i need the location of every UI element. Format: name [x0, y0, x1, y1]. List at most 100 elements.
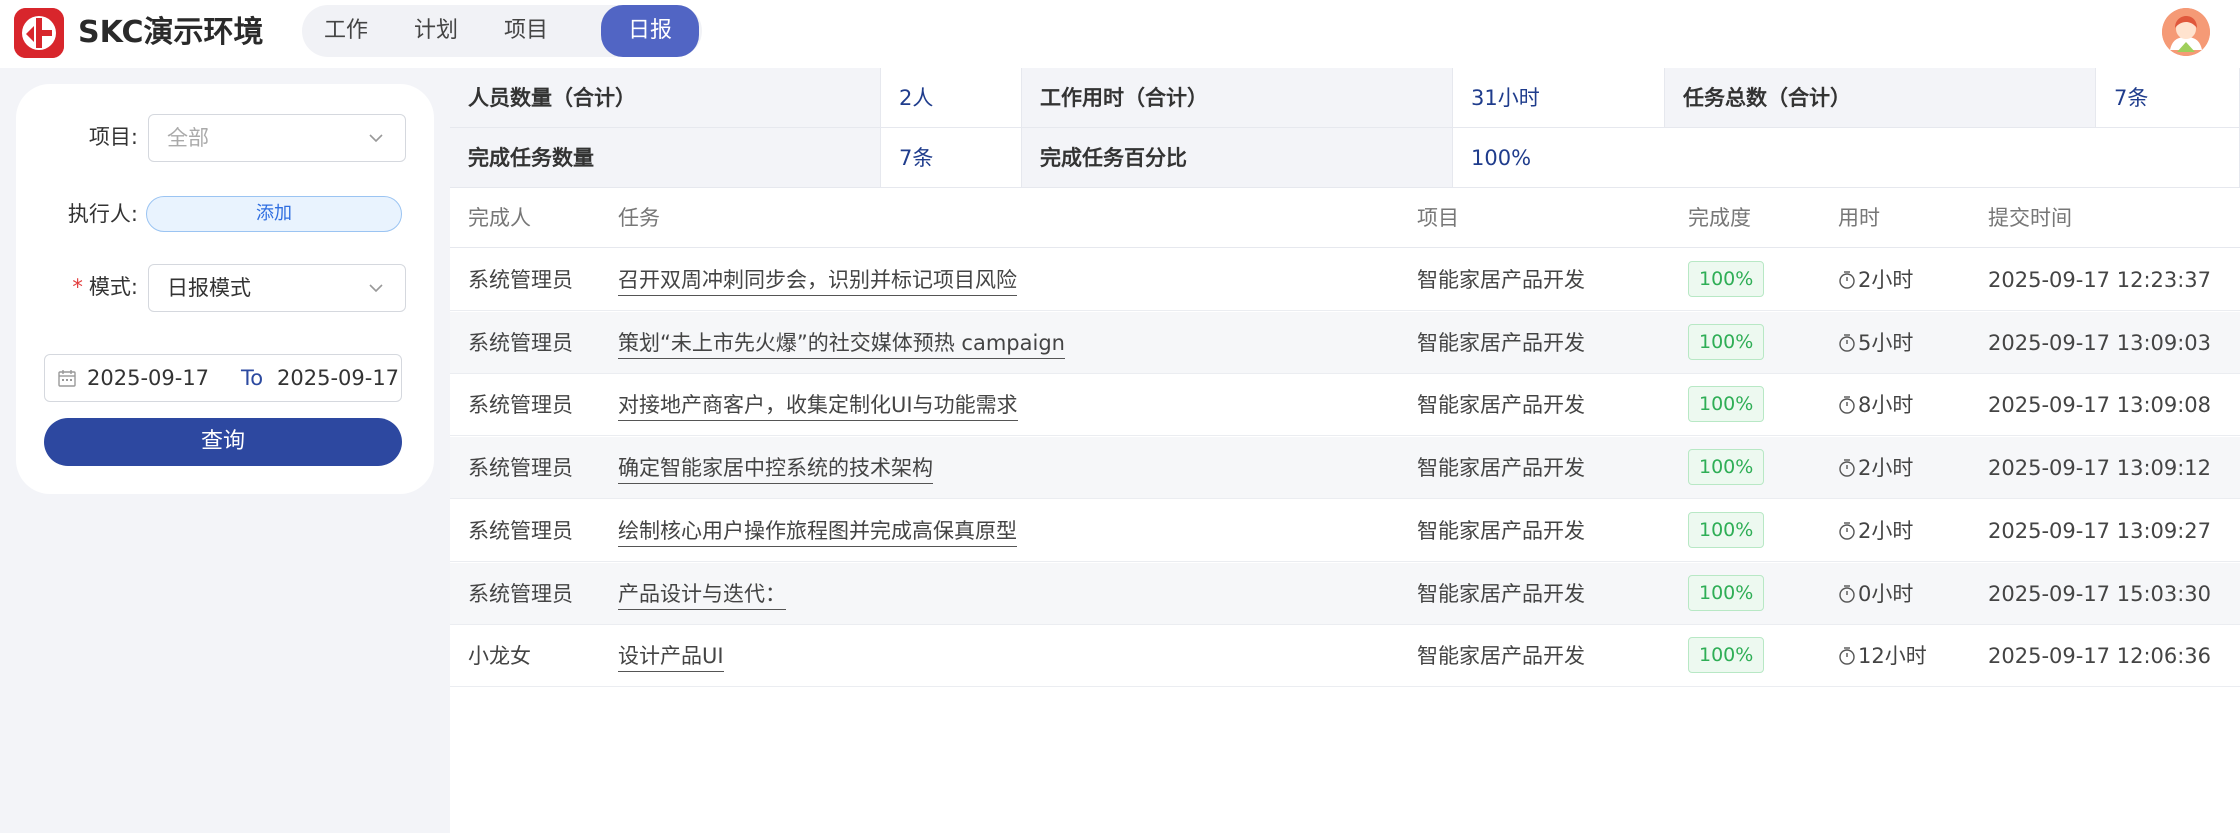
summary-pct-value: 100% [1453, 128, 2240, 188]
row-duration: 8小时 [1838, 374, 1913, 436]
stopwatch-icon [1839, 271, 1855, 289]
summary-people-value: 2人 [881, 68, 1022, 128]
row-task-link[interactable]: 绘制核心用户操作旅程图并完成高保真原型 [618, 500, 1017, 562]
mode-select[interactable]: 日报模式 [148, 264, 406, 312]
row-submitted-time: 2025-09-17 13:09:27 [1988, 518, 2212, 543]
column-header-person: 完成人 [468, 206, 531, 230]
row-person: 系统管理员 [468, 268, 573, 292]
row-person: 系统管理员 [468, 581, 573, 606]
date-range-picker[interactable]: 2025-09-17 To 2025-09-17 [44, 354, 402, 402]
row-project: 智能家居产品开发 [1417, 393, 1585, 418]
row-task-link[interactable]: 对接地产商客户，收集定制化UI与功能需求 [618, 374, 1018, 436]
filter-panel: 项目: 全部 执行人: 添加 * 模式: 日报模式 2025-09-17 To 2… [16, 84, 434, 494]
table-row[interactable]: 系统管理员 策划“未上市先火爆”的社交媒体预热 campaign 智能家居产品开发 1… [450, 311, 2240, 374]
nav-tab-project[interactable]: 项目 [482, 5, 570, 57]
mode-filter-label: * 模式: [46, 272, 138, 302]
date-from-value[interactable]: 2025-09-17 [87, 355, 209, 401]
row-submitted-time: 2025-09-17 13:09:08 [1988, 393, 2212, 418]
row-duration: 2小时 [1838, 500, 1913, 562]
row-duration: 12小时 [1838, 625, 1927, 687]
row-task-text[interactable]: 绘制核心用户操作旅程图并完成高保真原型 [618, 518, 1017, 547]
table-row[interactable]: 系统管理员 召开双周冲刺同步会，识别并标记项目风险 智能家居产品开发 100% 2小时 2… [450, 249, 2240, 311]
row-task-link[interactable]: 产品设计与迭代： [618, 563, 786, 625]
row-progress-badge: 100% [1688, 574, 1765, 611]
row-duration-text: 2小时 [1858, 456, 1914, 481]
chevron-down-icon [369, 284, 383, 293]
column-header-project: 项目 [1417, 206, 1459, 230]
row-project: 智能家居产品开发 [1417, 330, 1585, 355]
project-select-placeholder: 全部 [167, 126, 209, 150]
row-person: 系统管理员 [468, 393, 573, 418]
stopwatch-icon [1839, 333, 1855, 352]
row-task-text[interactable]: 设计产品UI [618, 644, 724, 673]
row-progress-badge: 100% [1688, 323, 1765, 360]
row-person: 系统管理员 [468, 518, 573, 543]
top-header: SKC演示环境 工作 计划 项目 日报 [0, 0, 2240, 68]
table-row[interactable]: 系统管理员 对接地产商客户，收集定制化UI与功能需求 智能家居产品开发 100% 8小时… [450, 374, 2240, 437]
row-duration-text: 5小时 [1858, 330, 1914, 355]
summary-tasks-label: 任务总数（合计） [1665, 68, 2096, 128]
row-duration-text: 0小时 [1858, 581, 1914, 606]
summary-tasks-value: 7条 [2096, 68, 2240, 128]
nav-tab-daily-report[interactable]: 日报 [601, 5, 699, 57]
row-submitted-time: 2025-09-17 13:09:12 [1988, 456, 2212, 481]
project-filter-label: 项目: [88, 125, 138, 149]
row-progress-badge: 100% [1688, 449, 1765, 486]
app-title: SKC演示环境 [78, 15, 264, 50]
stopwatch-icon [1839, 647, 1855, 665]
row-project: 智能家居产品开发 [1417, 456, 1585, 481]
summary-table: 人员数量（合计） 2人 工作用时（合计） 31小时 任务总数（合计） 7条 完成… [450, 68, 2240, 188]
table-row[interactable]: 小龙女 设计产品UI 智能家居产品开发 100% 12小时 2025-09-17 12:0… [450, 625, 2240, 688]
row-progress-badge: 100% [1688, 637, 1765, 674]
row-submitted-time: 2025-09-17 12:23:37 [1988, 268, 2212, 292]
nav-tab-work[interactable]: 工作 [302, 5, 390, 57]
required-asterisk: * [72, 275, 83, 299]
date-range-separator: To [241, 366, 264, 390]
main-nav: 工作 计划 项目 日报 [302, 5, 702, 57]
row-submitted-time: 2025-09-17 15:03:30 [1988, 581, 2212, 606]
stopwatch-icon [1839, 396, 1855, 415]
summary-hours-value: 31小时 [1453, 68, 1665, 128]
table-row[interactable]: 系统管理员 产品设计与迭代： 智能家居产品开发 100% 0小时 2025-09-17 1… [450, 562, 2240, 625]
add-assignee-button[interactable]: 添加 [146, 196, 402, 232]
row-duration: 0小时 [1838, 563, 1913, 625]
row-task-text[interactable]: 产品设计与迭代： [618, 581, 786, 610]
row-task-link[interactable]: 确定智能家居中控系统的技术架构 [618, 437, 933, 499]
row-submitted-time: 2025-09-17 12:06:36 [1988, 644, 2212, 669]
app-logo-icon[interactable] [14, 8, 64, 58]
row-person: 系统管理员 [468, 456, 573, 481]
stopwatch-icon [1839, 459, 1855, 477]
summary-pct-label: 完成任务百分比 [1022, 128, 1453, 188]
date-to-value[interactable]: 2025-09-17 [277, 355, 399, 401]
table-row[interactable]: 系统管理员 确定智能家居中控系统的技术架构 智能家居产品开发 100% 2小时 2025-… [450, 437, 2240, 500]
row-person: 小龙女 [468, 644, 531, 669]
row-project: 智能家居产品开发 [1417, 268, 1585, 292]
column-header-progress: 完成度 [1688, 206, 1751, 230]
calendar-icon [58, 370, 76, 387]
row-task-text[interactable]: 召开双周冲刺同步会，识别并标记项目风险 [618, 268, 1017, 296]
row-duration: 2小时 [1838, 437, 1913, 499]
chevron-down-icon [369, 134, 383, 143]
table-row[interactable]: 系统管理员 绘制核心用户操作旅程图并完成高保真原型 智能家居产品开发 100% 2小时 2… [450, 500, 2240, 562]
row-task-text[interactable]: 策划“未上市先火爆”的社交媒体预热 campaign [618, 330, 1065, 359]
row-project: 智能家居产品开发 [1417, 581, 1585, 606]
row-duration: 5小时 [1838, 312, 1913, 374]
column-header-submitted: 提交时间 [1988, 206, 2072, 230]
column-header-task: 任务 [618, 206, 660, 230]
row-project: 智能家居产品开发 [1417, 644, 1585, 669]
query-button[interactable]: 查询 [44, 418, 402, 466]
row-person: 系统管理员 [468, 330, 573, 355]
row-task-text[interactable]: 对接地产商客户，收集定制化UI与功能需求 [618, 393, 1018, 422]
project-select[interactable]: 全部 [148, 114, 406, 162]
row-task-text[interactable]: 确定智能家居中控系统的技术架构 [618, 456, 933, 485]
mode-filter-label-text: 模式: [88, 275, 138, 299]
row-duration-text: 2小时 [1858, 268, 1914, 292]
row-task-link[interactable]: 设计产品UI [618, 625, 724, 687]
nav-tab-plan[interactable]: 计划 [392, 5, 480, 57]
row-task-link[interactable]: 召开双周冲刺同步会，识别并标记项目风险 [618, 249, 1017, 311]
row-project: 智能家居产品开发 [1417, 518, 1585, 543]
report-main-panel: 人员数量（合计） 2人 工作用时（合计） 31小时 任务总数（合计） 7条 完成… [450, 68, 2240, 833]
row-duration-text: 2小时 [1858, 518, 1914, 543]
row-task-link[interactable]: 策划“未上市先火爆”的社交媒体预热 campaign [618, 312, 1065, 374]
avatar-icon[interactable] [2162, 8, 2210, 56]
